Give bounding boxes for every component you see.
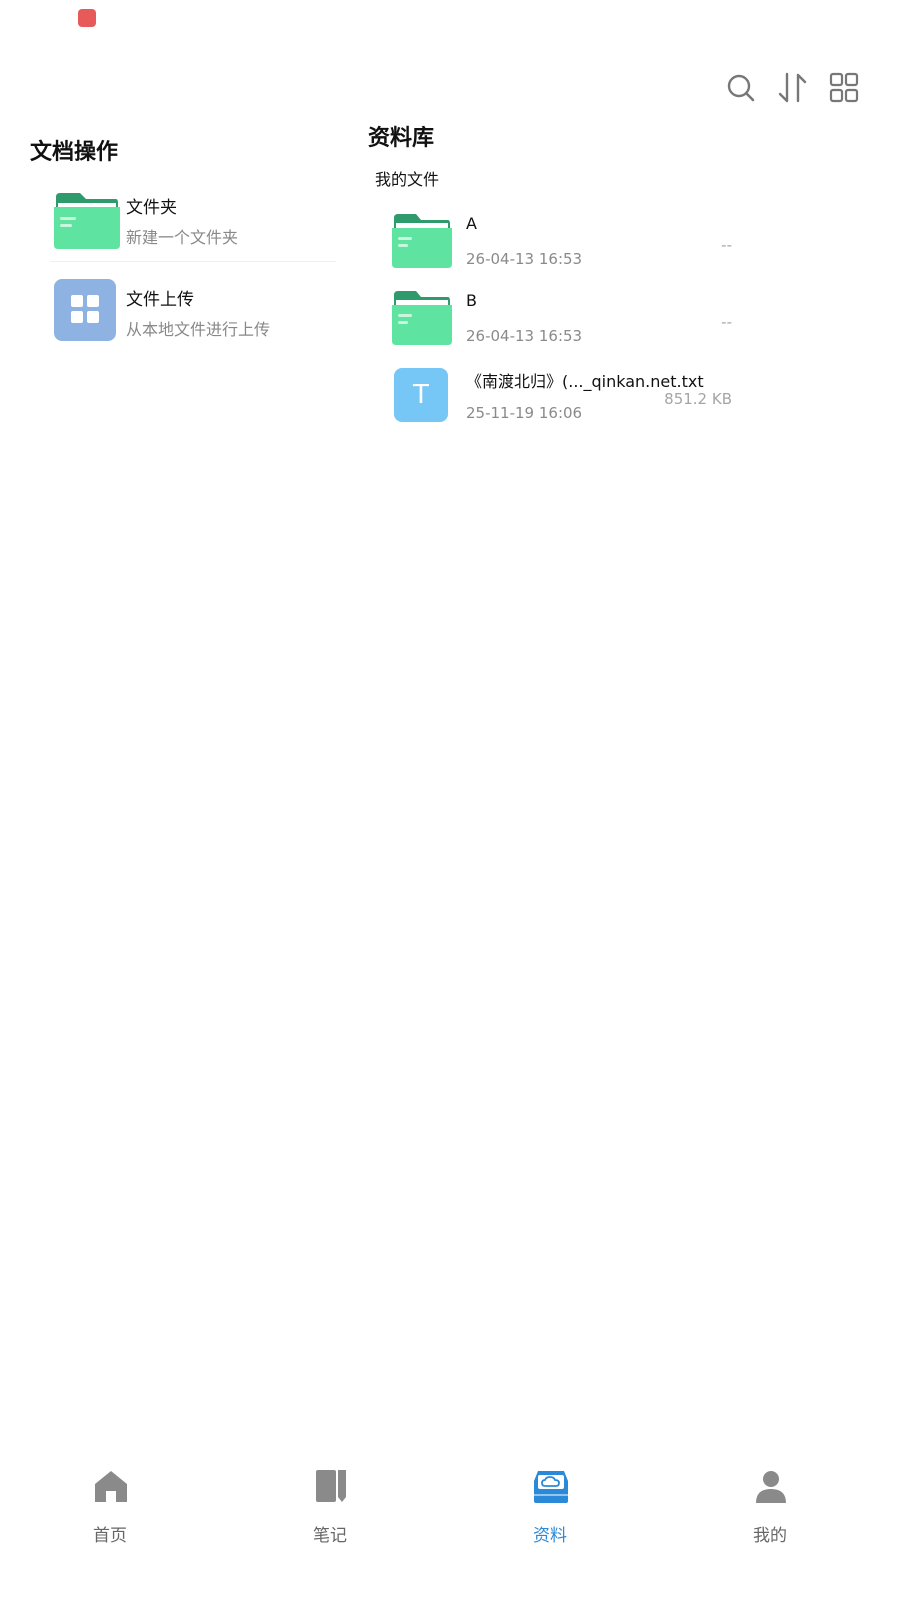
upload-card[interactable]: 文件上传 从本地文件进行上传 — [30, 270, 348, 352]
text-file-icon: T — [394, 368, 448, 422]
nav-home-label: 首页 — [93, 1526, 127, 1546]
new-folder-card[interactable]: 文件夹 新建一个文件夹 — [30, 178, 348, 262]
new-folder-subtitle: 新建一个文件夹 — [126, 228, 239, 247]
sort-icon[interactable] — [775, 70, 811, 106]
divider — [50, 261, 336, 262]
upload-title: 文件上传 — [126, 290, 194, 310]
bottom-nav: 首页 笔记 资料 我的 — [0, 1455, 900, 1565]
file-row-a[interactable]: A 26-04-13 16:53 -- — [392, 208, 752, 280]
nav-notes-label: 笔记 — [313, 1526, 347, 1546]
file-name: 《南渡北归》(..._qinkan.net.txt — [466, 372, 704, 391]
nav-me[interactable]: 我的 — [710, 1455, 830, 1555]
notebook-icon — [316, 1470, 346, 1502]
nav-library[interactable]: 资料 — [490, 1455, 610, 1555]
file-size: -- — [721, 313, 732, 331]
file-size: 851.2 KB — [664, 390, 732, 408]
folder-icon — [392, 208, 452, 268]
apps-grid-icon — [54, 279, 120, 341]
folder-icon — [392, 285, 452, 345]
file-date: 26-04-13 16:53 — [466, 327, 583, 345]
home-icon — [95, 1471, 127, 1502]
nav-notes[interactable]: 笔记 — [270, 1455, 390, 1555]
file-row-b[interactable]: B 26-04-13 16:53 -- — [392, 285, 752, 357]
file-name: A — [466, 214, 477, 233]
operations-title: 文档操作 — [30, 140, 119, 165]
search-icon[interactable] — [723, 70, 759, 106]
file-row-txt[interactable]: T 《南渡北归》(..._qinkan.net.txt 25-11-19 16:… — [392, 362, 752, 434]
folder-icon — [54, 187, 120, 249]
library-title: 资料库 — [368, 126, 435, 151]
file-date: 26-04-13 16:53 — [466, 250, 583, 268]
app-badge — [78, 9, 96, 27]
cloud-drive-icon — [534, 1471, 568, 1503]
file-date: 25-11-19 16:06 — [466, 404, 583, 422]
upload-subtitle: 从本地文件进行上传 — [126, 320, 271, 339]
nav-library-label: 资料 — [533, 1526, 567, 1546]
new-folder-title: 文件夹 — [126, 198, 177, 218]
person-icon — [756, 1471, 786, 1503]
file-size: -- — [721, 236, 732, 254]
my-files-label: 我的文件 — [375, 170, 440, 189]
grid-view-icon[interactable] — [826, 70, 862, 106]
file-name: B — [466, 291, 477, 310]
nav-home[interactable]: 首页 — [50, 1455, 170, 1555]
nav-me-label: 我的 — [753, 1526, 787, 1546]
